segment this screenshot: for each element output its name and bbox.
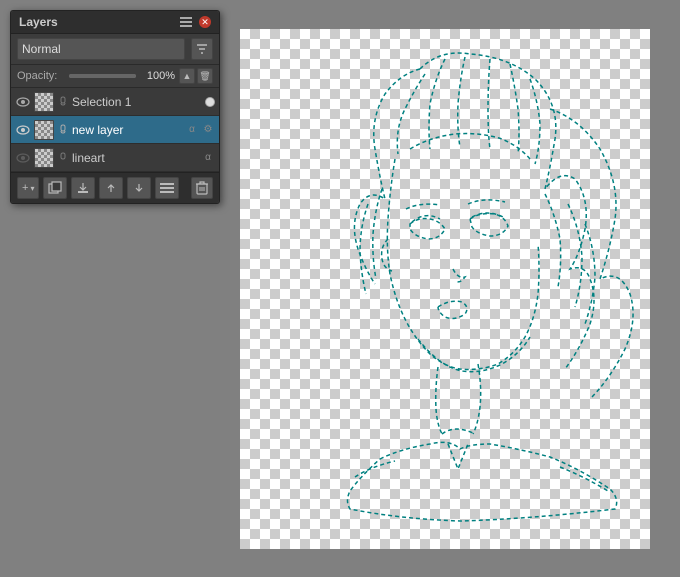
- canvas-wrapper: [240, 29, 650, 549]
- merge-layer-button[interactable]: [71, 177, 95, 199]
- layer-settings-icon[interactable]: ⚙: [201, 123, 215, 137]
- opacity-value: 100%: [140, 70, 175, 82]
- layer-thumbnail: [34, 148, 54, 168]
- opacity-buttons: ▲ 🗑: [179, 68, 213, 84]
- layers-list: Selection 1 new layer α ⚙: [11, 88, 219, 172]
- layer-thumbnail: [34, 92, 54, 112]
- layer-actions: α: [201, 151, 215, 165]
- layers-toolbar: + ▾: [11, 172, 219, 203]
- opacity-row: Opacity: 100% ▲ 🗑: [11, 65, 219, 88]
- layer-chain-icon: [57, 152, 69, 164]
- blend-mode-select[interactable]: Normal: [17, 38, 185, 60]
- opacity-trash[interactable]: 🗑: [197, 68, 213, 84]
- duplicate-layer-button[interactable]: [43, 177, 67, 199]
- title-bar-icons: ✕: [179, 15, 211, 29]
- layer-dot: [205, 97, 215, 107]
- layer-properties-button[interactable]: [155, 177, 179, 199]
- layers-title-bar: Layers ✕: [11, 11, 219, 34]
- layer-name: Selection 1: [72, 95, 202, 109]
- layer-alpha-icon[interactable]: α: [185, 123, 199, 137]
- opacity-label: Opacity:: [17, 70, 65, 82]
- layers-panel-title: Layers: [19, 15, 58, 29]
- canvas-drawing[interactable]: [240, 29, 650, 549]
- layer-thumbnail: [34, 120, 54, 140]
- layer-item[interactable]: Selection 1: [11, 88, 219, 116]
- layer-alpha-icon[interactable]: α: [201, 151, 215, 165]
- layer-item[interactable]: new layer α ⚙: [11, 116, 219, 144]
- canvas-area: [230, 20, 660, 557]
- panel-close-button[interactable]: ✕: [199, 16, 211, 28]
- layer-chain-icon: [57, 124, 69, 136]
- layer-eye-icon[interactable]: [15, 94, 31, 110]
- layers-panel: Layers ✕ Normal Opacity: 100% ▲ 🗑: [10, 10, 220, 204]
- blend-mode-row: Normal: [11, 34, 219, 65]
- filter-button[interactable]: [191, 38, 213, 60]
- layer-eye-icon[interactable]: [15, 122, 31, 138]
- layer-name: lineart: [72, 151, 198, 165]
- add-layer-button[interactable]: + ▾: [17, 177, 39, 199]
- layer-actions: α ⚙: [185, 123, 215, 137]
- layer-name: new layer: [72, 123, 182, 137]
- move-layer-up-button[interactable]: [99, 177, 123, 199]
- move-layer-down-button[interactable]: [127, 177, 151, 199]
- opacity-arrow-up[interactable]: ▲: [179, 68, 195, 84]
- opacity-slider[interactable]: [69, 74, 136, 78]
- delete-layer-button[interactable]: [191, 177, 213, 199]
- layer-item[interactable]: lineart α: [11, 144, 219, 172]
- layer-chain-icon: [57, 96, 69, 108]
- panel-menu-icon[interactable]: [179, 15, 193, 29]
- layer-eye-icon[interactable]: [15, 150, 31, 166]
